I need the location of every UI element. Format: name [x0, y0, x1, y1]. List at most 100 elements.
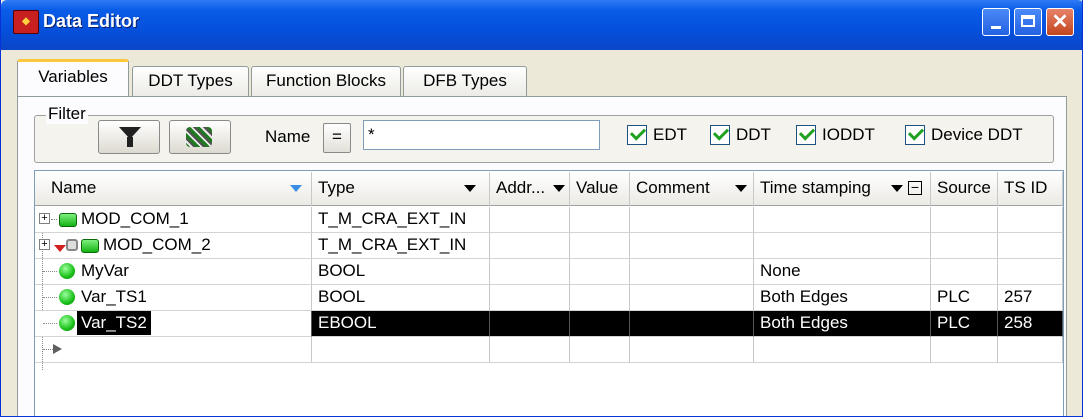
- checkbox-box[interactable]: [710, 124, 730, 145]
- column-header-comment[interactable]: Comment: [630, 172, 754, 206]
- column-label: Type: [318, 178, 355, 197]
- column-header-type[interactable]: Type: [312, 172, 490, 206]
- column-header-value[interactable]: Value: [570, 172, 630, 206]
- variable-type[interactable]: EBOOL: [312, 311, 490, 337]
- variable-address[interactable]: [490, 207, 570, 233]
- variable-ts-id[interactable]: [998, 233, 1063, 259]
- column-header-source[interactable]: Source: [931, 172, 998, 206]
- variable-type[interactable]: BOOL: [312, 259, 490, 285]
- variable-address[interactable]: [490, 311, 570, 337]
- new-variable-row[interactable]: [35, 337, 1063, 363]
- variable-value[interactable]: [570, 233, 630, 259]
- variable-ts-id[interactable]: [998, 259, 1063, 285]
- table-row[interactable]: + MOD_COM_2 T_M_CRA_EXT_IN: [35, 233, 1063, 259]
- name-filter-input[interactable]: [363, 120, 600, 150]
- chevron-down-icon: [891, 185, 903, 192]
- new-address-cell[interactable]: [490, 337, 570, 363]
- checkbox-box[interactable]: [796, 124, 816, 145]
- variable-value[interactable]: [570, 285, 630, 311]
- checkbox-box[interactable]: [905, 124, 925, 145]
- table-row[interactable]: MyVar BOOL None: [35, 259, 1063, 285]
- tab-dfb-types[interactable]: DFB Types: [403, 66, 527, 96]
- new-ts-id-cell[interactable]: [998, 337, 1063, 363]
- table-row-selected[interactable]: Var_TS2 EBOOL Both Edges PLC 258: [35, 311, 1063, 337]
- variable-time-stamping[interactable]: Both Edges: [754, 311, 931, 337]
- variable-icon: [59, 289, 75, 305]
- variable-value[interactable]: [570, 259, 630, 285]
- variable-comment[interactable]: [630, 285, 754, 311]
- column-label: Source: [937, 178, 991, 197]
- variable-address[interactable]: [490, 285, 570, 311]
- lock-icon: [66, 239, 78, 251]
- filter-pattern-icon: [186, 127, 212, 147]
- error-arrow-icon: [54, 245, 66, 252]
- variable-type[interactable]: T_M_CRA_EXT_IN: [312, 233, 490, 259]
- variable-address[interactable]: [490, 259, 570, 285]
- variable-source[interactable]: [931, 259, 998, 285]
- checkbox-label: EDT: [653, 125, 687, 144]
- expand-icon[interactable]: +: [39, 213, 50, 224]
- structure-icon: [81, 239, 99, 253]
- new-source-cell[interactable]: [931, 337, 998, 363]
- new-type-cell[interactable]: [312, 337, 490, 363]
- collapse-icon[interactable]: −: [908, 180, 922, 195]
- new-comment-cell[interactable]: [630, 337, 754, 363]
- equals-button[interactable]: =: [323, 123, 351, 153]
- check-icon: [907, 124, 925, 141]
- sort-ascending-icon: [290, 185, 302, 192]
- variable-comment[interactable]: [630, 259, 754, 285]
- variable-source[interactable]: PLC: [931, 311, 998, 337]
- variable-comment[interactable]: [630, 207, 754, 233]
- variable-name: MOD_COM_1: [81, 209, 189, 228]
- variable-ts-id[interactable]: 258: [998, 311, 1063, 337]
- structure-icon: [59, 213, 77, 227]
- data-editor-window: ◆ Data Editor ✕ Variables DDT Types Func…: [0, 0, 1083, 417]
- filter-legend: Filter: [46, 104, 88, 124]
- variable-type[interactable]: T_M_CRA_EXT_IN: [312, 207, 490, 233]
- column-header-ts-id[interactable]: TS ID: [998, 172, 1063, 206]
- variable-type[interactable]: BOOL: [312, 285, 490, 311]
- tab-ddt-types[interactable]: DDT Types: [132, 66, 249, 96]
- variable-value[interactable]: [570, 207, 630, 233]
- column-header-time-stamping[interactable]: Time stamping −: [754, 172, 931, 206]
- expand-icon[interactable]: +: [39, 239, 50, 250]
- variable-name: Var_TS2: [77, 311, 151, 335]
- variable-time-stamping[interactable]: [754, 233, 931, 259]
- apply-filter-button[interactable]: [98, 120, 160, 154]
- data-editor-icon: ◆: [13, 10, 39, 34]
- filter-options-button[interactable]: [169, 120, 231, 154]
- chevron-down-icon: [464, 185, 476, 192]
- new-entry-arrow-icon: [53, 344, 62, 354]
- chevron-down-icon: [735, 185, 747, 192]
- column-label: Time stamping: [760, 178, 871, 197]
- variable-time-stamping[interactable]: [754, 207, 931, 233]
- variable-time-stamping[interactable]: None: [754, 259, 931, 285]
- minimize-icon: [991, 26, 1001, 29]
- variable-ts-id[interactable]: [998, 207, 1063, 233]
- table-row[interactable]: Var_TS1 BOOL Both Edges PLC 257: [35, 285, 1063, 311]
- column-header-address[interactable]: Addr...: [490, 172, 570, 206]
- checkbox-box[interactable]: [627, 124, 647, 145]
- variable-address[interactable]: [490, 233, 570, 259]
- new-value-cell[interactable]: [570, 337, 630, 363]
- new-time-stamping-cell[interactable]: [754, 337, 931, 363]
- close-button[interactable]: ✕: [1046, 8, 1074, 36]
- variable-time-stamping[interactable]: Both Edges: [754, 285, 931, 311]
- table-row[interactable]: + MOD_COM_1 T_M_CRA_EXT_IN: [35, 207, 1063, 233]
- variable-icon: [59, 263, 75, 279]
- variable-source[interactable]: [931, 207, 998, 233]
- variable-comment[interactable]: [630, 233, 754, 259]
- tab-function-blocks[interactable]: Function Blocks: [251, 66, 401, 96]
- minimize-button[interactable]: [982, 8, 1010, 36]
- variable-source[interactable]: [931, 233, 998, 259]
- column-header-name[interactable]: Name: [35, 172, 312, 206]
- tab-variables[interactable]: Variables: [17, 59, 129, 96]
- column-label: Value: [576, 178, 619, 197]
- maximize-button[interactable]: [1014, 8, 1042, 36]
- variable-ts-id[interactable]: 257: [998, 285, 1063, 311]
- column-label: Comment: [636, 178, 710, 197]
- variable-comment[interactable]: [630, 311, 754, 337]
- title-bar[interactable]: ◆ Data Editor ✕: [1, 0, 1082, 50]
- variable-source[interactable]: PLC: [931, 285, 998, 311]
- variable-value[interactable]: [570, 311, 630, 337]
